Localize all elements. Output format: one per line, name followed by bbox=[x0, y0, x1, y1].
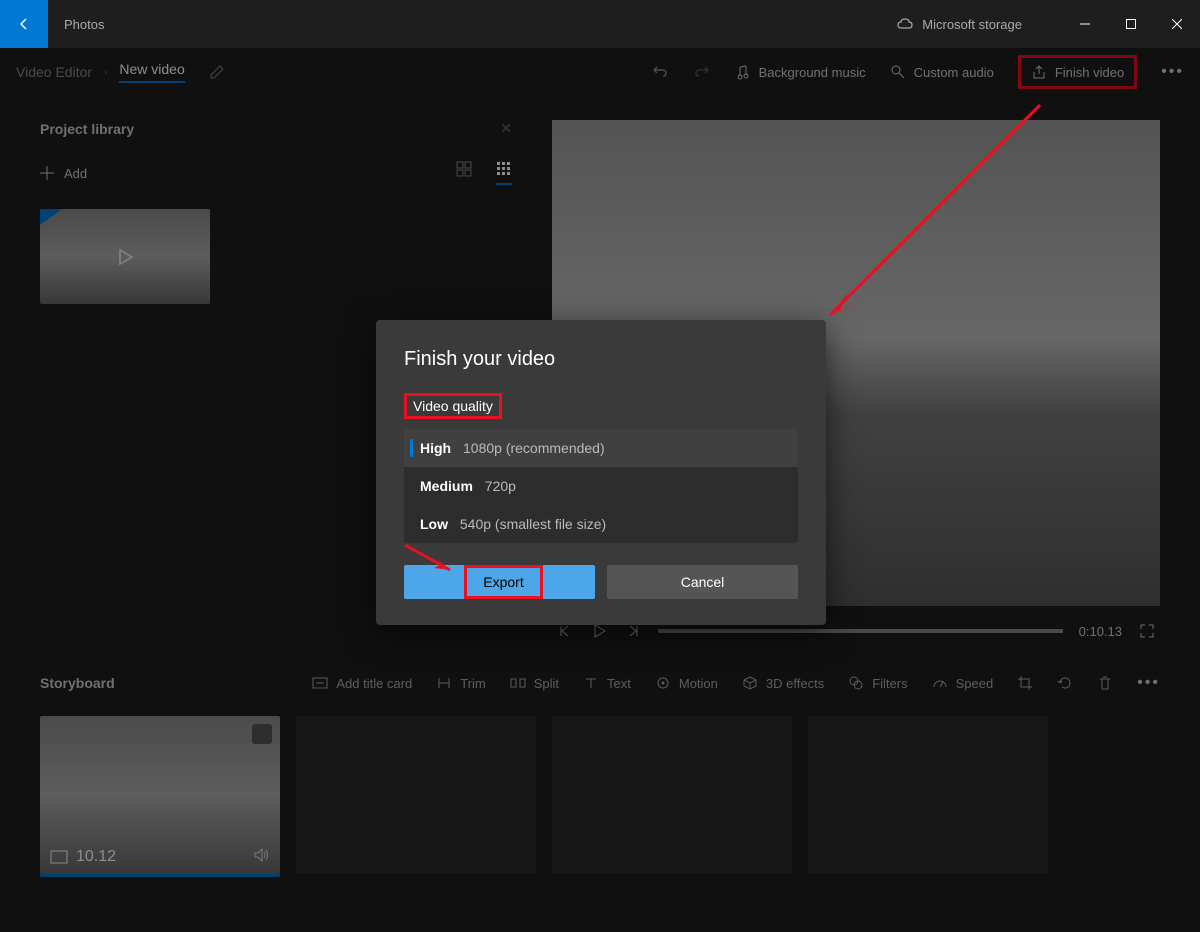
titlebar: Photos Microsoft storage bbox=[0, 0, 1200, 48]
filters-button[interactable]: Filters bbox=[848, 675, 907, 691]
dialog-title: Finish your video bbox=[404, 348, 798, 371]
video-quality-label: Video quality bbox=[404, 393, 502, 419]
undo-button[interactable] bbox=[651, 63, 669, 81]
speed-button[interactable]: Speed bbox=[932, 675, 994, 691]
view-large-icon[interactable] bbox=[456, 161, 472, 185]
library-clip-thumbnail[interactable] bbox=[40, 209, 210, 304]
breadcrumb: Video Editor › New video bbox=[16, 61, 225, 83]
storyboard-clip[interactable]: 10.12 bbox=[40, 716, 280, 874]
storyboard-placeholder[interactable] bbox=[808, 716, 1048, 874]
speed-icon bbox=[932, 675, 948, 691]
undo-icon bbox=[651, 63, 669, 81]
audio-icon bbox=[890, 64, 906, 80]
crop-button[interactable] bbox=[1017, 675, 1033, 691]
3d-effects-button[interactable]: 3D effects bbox=[742, 675, 824, 691]
maximize-button[interactable] bbox=[1108, 8, 1154, 40]
filters-icon bbox=[848, 675, 864, 691]
music-icon bbox=[735, 64, 751, 80]
redo-icon bbox=[693, 63, 711, 81]
split-icon bbox=[510, 675, 526, 691]
storage-label: Microsoft storage bbox=[922, 17, 1022, 32]
redo-button[interactable] bbox=[693, 63, 711, 81]
fullscreen-icon bbox=[1138, 622, 1156, 640]
duration-icon bbox=[50, 850, 68, 864]
quality-option-low[interactable]: Low 540p (smallest file size) bbox=[404, 505, 798, 543]
rotate-button[interactable] bbox=[1057, 675, 1073, 691]
app-title: Photos bbox=[64, 17, 104, 32]
add-media-button[interactable]: Add bbox=[40, 166, 87, 181]
maximize-icon bbox=[1126, 19, 1136, 29]
text-icon bbox=[583, 675, 599, 691]
quality-options: High 1080p (recommended) Medium 720p Low… bbox=[404, 429, 798, 543]
speaker-icon[interactable] bbox=[252, 846, 270, 864]
split-button[interactable]: Split bbox=[510, 675, 559, 691]
storyboard-title: Storyboard bbox=[40, 675, 115, 691]
text-button[interactable]: Text bbox=[583, 675, 631, 691]
finish-video-button[interactable]: Finish video bbox=[1018, 55, 1137, 89]
library-title: Project library bbox=[40, 121, 134, 137]
trim-button[interactable]: Trim bbox=[436, 675, 486, 691]
motion-button[interactable]: Motion bbox=[655, 675, 718, 691]
plus-icon bbox=[40, 166, 54, 180]
breadcrumb-root[interactable]: Video Editor bbox=[16, 64, 92, 80]
title-card-icon bbox=[312, 675, 328, 691]
crop-icon bbox=[1017, 675, 1033, 691]
cancel-button[interactable]: Cancel bbox=[607, 565, 798, 599]
storyboard-panel: Storyboard Add title card Trim Split Tex… bbox=[0, 656, 1200, 892]
storyboard-placeholder[interactable] bbox=[552, 716, 792, 874]
rotate-icon bbox=[1057, 675, 1073, 691]
delete-button[interactable] bbox=[1097, 675, 1113, 691]
back-button[interactable] bbox=[0, 0, 48, 48]
cloud-icon bbox=[896, 17, 914, 31]
clip-select-checkbox[interactable] bbox=[252, 724, 272, 744]
close-icon bbox=[1172, 19, 1182, 29]
finish-video-dialog: Finish your video Video quality High 108… bbox=[376, 320, 826, 625]
cube-icon bbox=[742, 675, 758, 691]
chevron-right-icon: › bbox=[104, 67, 107, 78]
progress-bar[interactable] bbox=[658, 629, 1063, 633]
edit-icon[interactable] bbox=[209, 64, 225, 80]
play-icon bbox=[113, 245, 137, 269]
minimize-button[interactable] bbox=[1062, 8, 1108, 40]
background-music-button[interactable]: Background music bbox=[735, 64, 866, 80]
toolbar: Video Editor › New video Background musi… bbox=[0, 48, 1200, 96]
quality-option-medium[interactable]: Medium 720p bbox=[404, 467, 798, 505]
close-button[interactable] bbox=[1154, 8, 1200, 40]
storyboard-more-button[interactable]: ••• bbox=[1137, 674, 1160, 692]
motion-icon bbox=[655, 675, 671, 691]
breadcrumb-current[interactable]: New video bbox=[119, 61, 184, 83]
quality-option-high[interactable]: High 1080p (recommended) bbox=[404, 429, 798, 467]
storyboard-placeholder[interactable] bbox=[296, 716, 536, 874]
arrow-left-icon bbox=[16, 16, 32, 32]
export-button[interactable]: Export bbox=[404, 565, 595, 599]
add-title-card-button[interactable]: Add title card bbox=[312, 675, 412, 691]
minimize-icon bbox=[1080, 19, 1090, 29]
fullscreen-button[interactable] bbox=[1138, 622, 1156, 640]
export-icon bbox=[1031, 64, 1047, 80]
more-button[interactable]: ••• bbox=[1161, 63, 1184, 81]
storage-indicator[interactable]: Microsoft storage bbox=[896, 17, 1022, 32]
trim-icon bbox=[436, 675, 452, 691]
trash-icon bbox=[1097, 675, 1113, 691]
custom-audio-button[interactable]: Custom audio bbox=[890, 64, 994, 80]
time-display: 0:10.13 bbox=[1079, 624, 1122, 639]
library-close-button[interactable]: ✕ bbox=[500, 120, 512, 137]
view-small-icon[interactable] bbox=[496, 161, 512, 185]
clip-duration: 10.12 bbox=[50, 848, 116, 866]
